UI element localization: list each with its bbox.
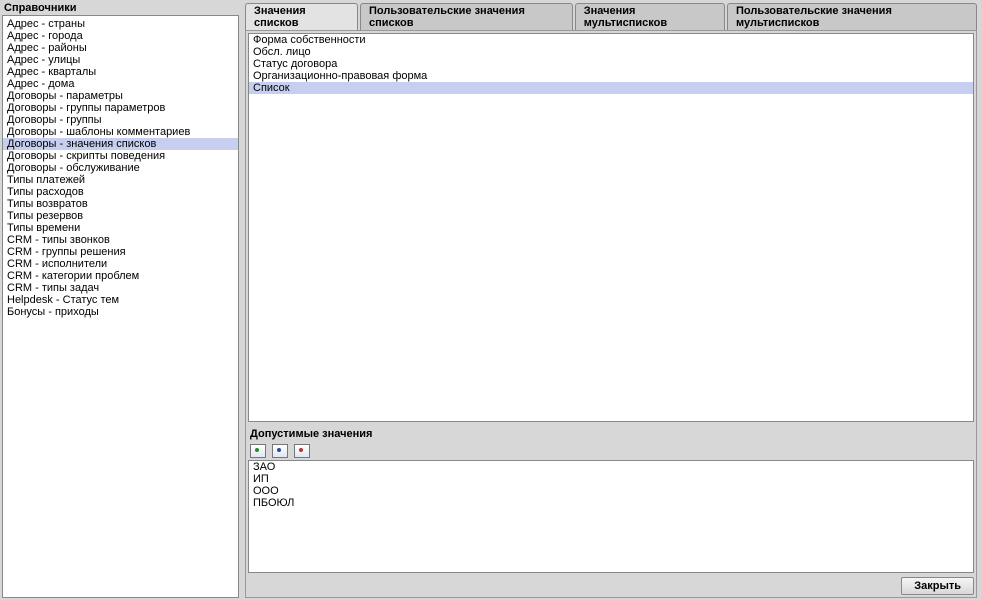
sidebar-item[interactable]: CRM - категории проблем — [3, 270, 238, 282]
main-panel: Значения списковПользовательские значени… — [239, 2, 979, 598]
sidebar-item[interactable]: Адрес - города — [3, 30, 238, 42]
sidebar-item[interactable]: Договоры - группы параметров — [3, 102, 238, 114]
sidebar-item[interactable]: Бонусы - приходы — [3, 306, 238, 318]
sidebar-item[interactable]: Типы резервов — [3, 210, 238, 222]
tab[interactable]: Значения списков — [245, 3, 358, 30]
list-item[interactable]: Список — [249, 82, 973, 94]
sidebar-item[interactable]: Адрес - улицы — [3, 54, 238, 66]
value-item[interactable]: ЗАО — [249, 461, 973, 473]
sidebar-item[interactable]: Договоры - параметры — [3, 90, 238, 102]
list-item[interactable]: Форма собственности — [249, 34, 973, 46]
sidebar-item[interactable]: Адрес - дома — [3, 78, 238, 90]
value-item[interactable]: ИП — [249, 473, 973, 485]
sidebar-item[interactable]: Helpdesk - Статус тем — [3, 294, 238, 306]
sidebar-item[interactable]: CRM - исполнители — [3, 258, 238, 270]
sidebar-item[interactable]: Типы времени — [3, 222, 238, 234]
add-icon[interactable] — [250, 444, 266, 458]
values-label: Допустимые значения — [248, 428, 974, 440]
list-item[interactable]: Организационно-правовая форма — [249, 70, 973, 82]
sidebar-panel: Справочники Адрес - страныАдрес - города… — [2, 2, 239, 598]
value-item[interactable]: ПБОЮЛ — [249, 497, 973, 509]
button-bar: Закрыть — [248, 577, 974, 595]
allowed-values-area[interactable]: ЗАОИПОООПБОЮЛ — [248, 460, 974, 573]
sidebar-item[interactable]: CRM - типы задач — [3, 282, 238, 294]
values-toolbar — [248, 442, 974, 460]
catalog-list[interactable]: Адрес - страныАдрес - городаАдрес - райо… — [2, 15, 239, 598]
tabs: Значения списковПользовательские значени… — [245, 2, 977, 29]
app-root: Справочники Адрес - страныАдрес - города… — [0, 0, 981, 600]
close-button[interactable]: Закрыть — [901, 577, 974, 595]
sidebar-item[interactable]: Договоры - шаблоны комментариев — [3, 126, 238, 138]
sidebar-title: Справочники — [2, 2, 239, 15]
sidebar-item[interactable]: Договоры - группы — [3, 114, 238, 126]
edit-icon[interactable] — [272, 444, 288, 458]
sidebar-item[interactable]: CRM - типы звонков — [3, 234, 238, 246]
value-item[interactable]: ООО — [249, 485, 973, 497]
sidebar-item[interactable]: Адрес - страны — [3, 18, 238, 30]
sidebar-item[interactable]: Адрес - кварталы — [3, 66, 238, 78]
delete-icon[interactable] — [294, 444, 310, 458]
list-item[interactable]: Статус договора — [249, 58, 973, 70]
sidebar-item[interactable]: Типы платежей — [3, 174, 238, 186]
tab-content: Форма собственностиОбсл. лицоСтатус дого… — [245, 30, 977, 598]
tab[interactable]: Пользовательские значения мультисписков — [727, 3, 977, 30]
sidebar-item[interactable]: Типы расходов — [3, 186, 238, 198]
sidebar-item[interactable]: CRM - группы решения — [3, 246, 238, 258]
list-values-area[interactable]: Форма собственностиОбсл. лицоСтатус дого… — [248, 33, 974, 422]
sidebar-item[interactable]: Договоры - значения списков — [3, 138, 238, 150]
sidebar-item[interactable]: Договоры - обслуживание — [3, 162, 238, 174]
sidebar-item[interactable]: Адрес - районы — [3, 42, 238, 54]
list-item[interactable]: Обсл. лицо — [249, 46, 973, 58]
sidebar-item[interactable]: Типы возвратов — [3, 198, 238, 210]
sidebar-item[interactable]: Договоры - скрипты поведения — [3, 150, 238, 162]
tab[interactable]: Пользовательские значения списков — [360, 3, 573, 30]
tab[interactable]: Значения мультисписков — [575, 3, 725, 30]
